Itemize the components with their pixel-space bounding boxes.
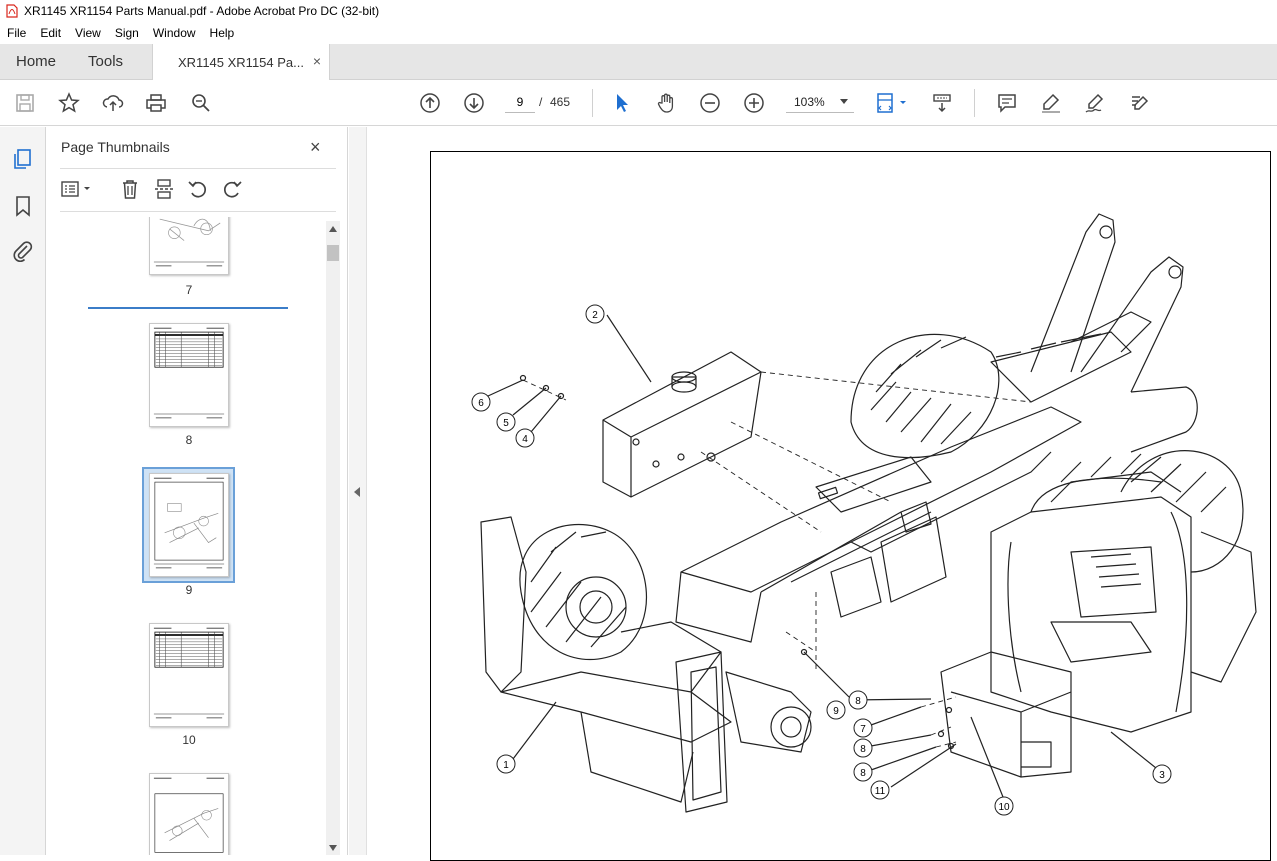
title-bar: XR1145 XR1154 Parts Manual.pdf - Adobe A…: [0, 0, 1277, 22]
edit-icon[interactable]: [1127, 91, 1151, 115]
highlight-icon[interactable]: [1039, 91, 1063, 115]
callout-5: 5: [503, 418, 509, 429]
close-icon[interactable]: ×: [310, 137, 321, 158]
hand-icon[interactable]: [654, 91, 678, 115]
panel-collapse-handle[interactable]: [349, 127, 367, 855]
thumbnail-label: 8: [185, 433, 193, 447]
thumbnail-label: 10: [182, 733, 196, 747]
thumbnail-page[interactable]: [149, 323, 229, 427]
zoom-value: 103%: [794, 94, 825, 109]
upload-icon[interactable]: [101, 91, 125, 115]
menu-bar: File Edit View Sign Window Help: [0, 22, 1277, 44]
window-title: XR1145 XR1154 Parts Manual.pdf - Adobe A…: [24, 4, 380, 18]
close-tab-icon[interactable]: ×: [313, 53, 321, 69]
tab-document[interactable]: XR1145 XR1154 Pa... ×: [152, 44, 330, 81]
page-down-icon[interactable]: [462, 91, 486, 115]
thumbnail-page[interactable]: [149, 773, 229, 855]
toolbar-divider: [974, 89, 975, 117]
thumbnail-page[interactable]: [149, 623, 229, 727]
scroll-up-icon[interactable]: [329, 226, 337, 232]
page-thumbnails-icon[interactable]: [11, 147, 35, 171]
main-toolbar: / 465 103%: [0, 80, 1277, 126]
attachment-icon[interactable]: [11, 239, 35, 263]
callout-6: 6: [478, 398, 484, 409]
menu-window[interactable]: Window: [146, 26, 203, 40]
zoom-out-icon[interactable]: [698, 91, 722, 115]
total-pages: 465: [550, 95, 571, 109]
zoom-in-icon[interactable]: [742, 91, 766, 115]
extract-page-icon[interactable]: [153, 178, 177, 202]
rotate-right-icon[interactable]: [221, 178, 245, 202]
exploded-parts-diagram: 1 2 3 4 5 6 7 8 8 8 9 10 11: [471, 213, 1257, 816]
tab-tools[interactable]: Tools: [72, 44, 139, 80]
thumbnail-list: 7 8 9 10: [46, 217, 324, 855]
bookmark-icon[interactable]: [11, 194, 35, 218]
scroll-mode-icon[interactable]: [930, 91, 954, 115]
save-icon[interactable]: [13, 91, 37, 115]
pdf-page[interactable]: 1 2 3 4 5 6 7 8 8 8 9 10 11: [430, 151, 1271, 861]
page-number-input[interactable]: [505, 91, 535, 113]
panel-divider: [60, 168, 336, 169]
tab-home[interactable]: Home: [0, 44, 72, 80]
comment-icon[interactable]: [995, 91, 1019, 115]
rotate-left-icon[interactable]: [187, 178, 211, 202]
zoom-select[interactable]: 103%: [786, 91, 854, 113]
callout-8: 8: [855, 696, 861, 707]
chevron-down-icon: [840, 99, 848, 104]
menu-edit[interactable]: Edit: [33, 26, 68, 40]
scroll-thumb[interactable]: [327, 245, 339, 261]
scroll-down-icon[interactable]: [329, 845, 337, 851]
callout-3: 3: [1159, 770, 1165, 781]
menu-file[interactable]: File: [0, 26, 33, 40]
options-menu-icon[interactable]: [60, 178, 96, 202]
thumbnail-page-selected[interactable]: [149, 473, 229, 577]
thumbnail-page[interactable]: [149, 217, 229, 275]
page-thumbnails-panel: Page Thumbnails × 7 8 9 10: [46, 127, 348, 855]
print-icon[interactable]: [144, 91, 168, 115]
thumbnail-label: 7: [185, 283, 193, 297]
sign-icon[interactable]: [1083, 91, 1107, 115]
callout-8: 8: [860, 744, 866, 755]
toolbar-divider: [592, 89, 593, 117]
left-rail: [0, 127, 46, 855]
tab-bar: Home Tools XR1145 XR1154 Pa... ×: [0, 44, 1277, 81]
star-icon[interactable]: [57, 91, 81, 115]
callout-4: 4: [522, 434, 528, 445]
chevron-left-icon: [354, 487, 360, 497]
delete-page-icon[interactable]: [119, 178, 143, 202]
search-zoom-icon[interactable]: [189, 91, 213, 115]
panel-divider: [60, 211, 336, 212]
fit-page-icon[interactable]: [874, 91, 910, 115]
menu-sign[interactable]: Sign: [108, 26, 146, 40]
callout-9: 9: [833, 706, 839, 717]
callout-8: 8: [860, 768, 866, 779]
menu-help[interactable]: Help: [203, 26, 242, 40]
page-separator: /: [539, 95, 543, 109]
callout-11: 11: [875, 786, 886, 797]
thumbnail-scrollbar[interactable]: [326, 221, 340, 855]
select-arrow-icon[interactable]: [610, 91, 634, 115]
callout-10: 10: [998, 802, 1010, 813]
callout-1: 1: [503, 760, 509, 771]
thumbnail-label: 9: [185, 583, 193, 597]
menu-view[interactable]: View: [68, 26, 108, 40]
callout-7: 7: [860, 724, 866, 735]
acrobat-app-icon: [6, 4, 18, 18]
page-up-icon[interactable]: [418, 91, 442, 115]
tab-document-label: XR1145 XR1154 Pa...: [178, 55, 304, 70]
callout-2: 2: [592, 310, 598, 321]
panel-title: Page Thumbnails: [61, 139, 170, 155]
drop-indicator: [88, 307, 288, 309]
